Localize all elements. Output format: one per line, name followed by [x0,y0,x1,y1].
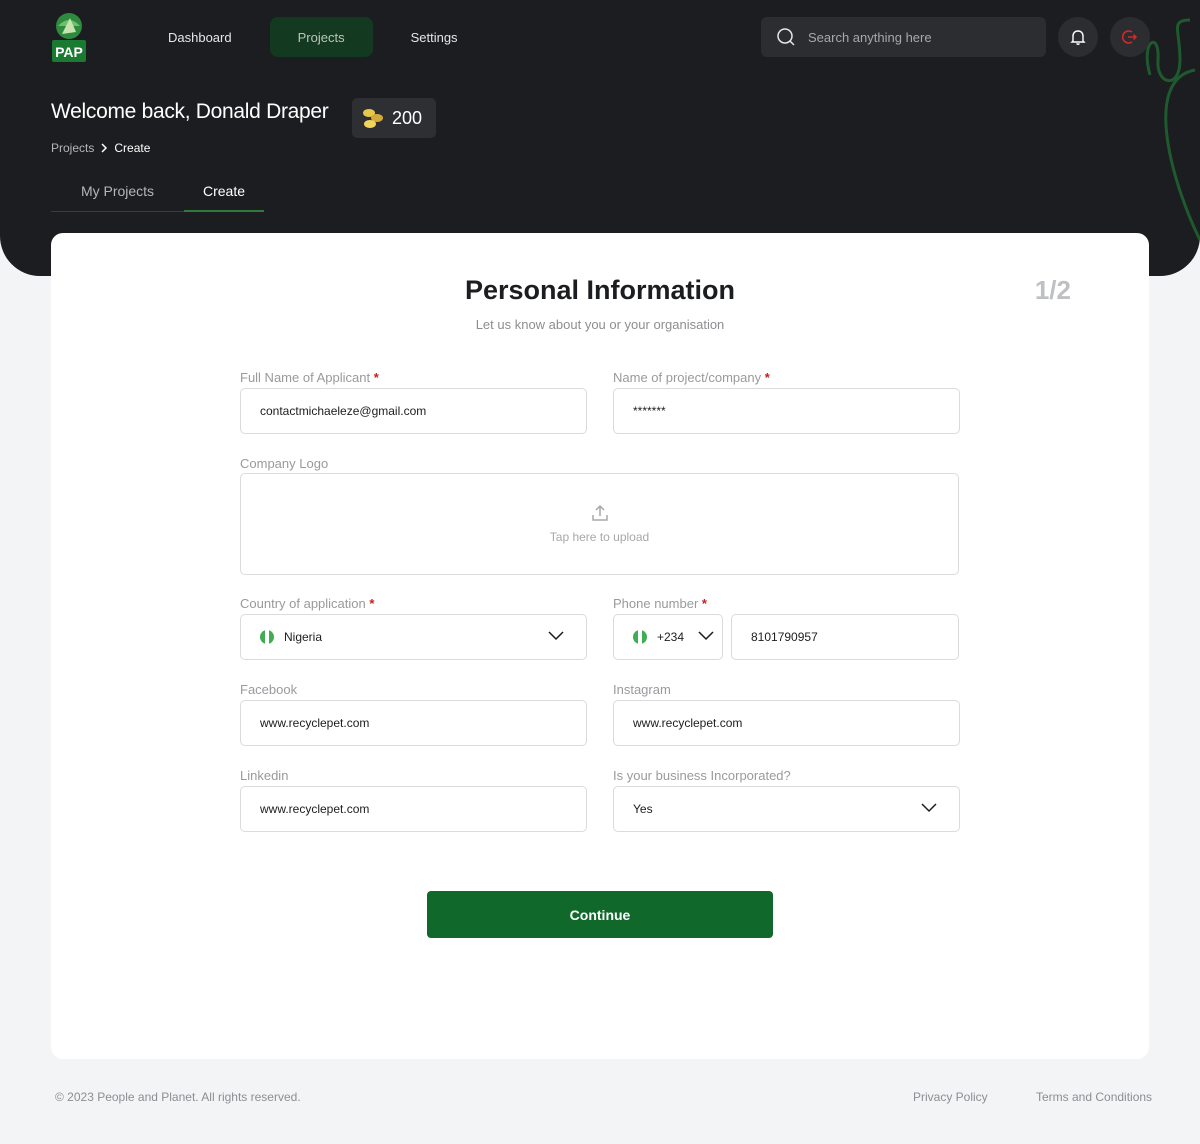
project-name-input[interactable] [633,404,959,418]
instagram-label: Instagram [613,682,671,697]
tab-my-projects[interactable]: My Projects [51,178,184,212]
chevron-down-icon [921,803,937,813]
search-bar[interactable] [761,17,1046,57]
phone-label-text: Phone number [613,596,699,611]
coins-icon [363,109,383,128]
required-mark: * [373,370,379,385]
breadcrumb-create: Create [114,141,151,155]
company-logo-label: Company Logo [240,456,329,471]
upload-text: Tap here to upload [549,530,650,544]
logout-icon [1122,30,1138,44]
country-value: Nigeria [284,630,323,644]
privacy-policy-link[interactable]: Privacy Policy [913,1090,988,1104]
full-name-field[interactable] [240,388,587,434]
linkedin-label: Linkedin [240,768,289,783]
incorporated-value: Yes [633,802,653,816]
bell-icon [1070,30,1086,45]
nav-settings[interactable]: Settings [391,17,478,57]
step-indicator: 1/2 [1034,275,1071,305]
pap-logo[interactable]: PAP [50,10,88,64]
coin-balance-badge: 200 [352,98,436,138]
logo-icon: PAP [52,13,86,62]
welcome-heading: Welcome back, Donald Draper [51,100,329,123]
nigeria-flag-icon [260,630,274,644]
logo-upload-area[interactable]: Tap here to upload [240,473,959,575]
facebook-field[interactable] [240,700,587,746]
coin-count: 200 [392,107,423,128]
search-icon [777,28,795,46]
nav-dashboard[interactable]: Dashboard [148,17,252,57]
facebook-input[interactable] [260,716,586,730]
phone-label: Phone number * [613,596,707,611]
linkedin-input[interactable] [260,802,586,816]
project-name-label-text: Name of project/company [613,370,762,385]
country-label: Country of application * [240,596,374,611]
country-select[interactable]: Nigeria [240,614,587,660]
full-name-label-text: Full Name of Applicant [240,370,371,385]
instagram-input[interactable] [633,716,959,730]
full-name-input[interactable] [260,404,586,418]
project-name-field[interactable] [613,388,960,434]
search-input[interactable] [808,29,1028,45]
incorporated-select[interactable]: Yes [613,786,960,832]
required-mark: * [369,596,375,611]
upload-icon [591,504,608,521]
nav-projects[interactable]: Projects [269,17,373,57]
main-nav: Dashboard Projects Settings [148,17,496,57]
phone-code-select[interactable]: +234 [613,614,723,660]
form-title: Personal Information [464,275,736,305]
logout-button[interactable] [1110,17,1150,57]
project-name-label: Name of project/company * [613,370,770,385]
phone-number-input[interactable] [751,630,958,644]
phone-code-value: +234 [657,630,685,644]
tab-create[interactable]: Create [184,178,264,212]
notifications-button[interactable] [1058,17,1098,57]
project-tabs: My Projects Create [51,178,264,212]
linkedin-field[interactable] [240,786,587,832]
full-name-label: Full Name of Applicant * [240,370,379,385]
chevron-down-icon [548,631,564,641]
country-label-text: Country of application [240,596,366,611]
copyright-text: © 2023 People and Planet. All rights res… [55,1090,301,1104]
breadcrumb: Projects Create [51,141,150,155]
instagram-field[interactable] [613,700,960,746]
nigeria-flag-icon [633,630,647,644]
phone-number-field[interactable] [731,614,959,660]
required-mark: * [701,596,707,611]
terms-link[interactable]: Terms and Conditions [1036,1090,1152,1104]
continue-button[interactable]: Continue [427,891,773,938]
chevron-right-icon [101,143,108,153]
incorporated-label: Is your business Incorporated? [613,768,791,783]
breadcrumb-projects[interactable]: Projects [51,141,94,155]
chevron-down-icon [698,631,714,641]
facebook-label: Facebook [240,682,298,697]
logo-text: PAP [55,44,83,60]
form-card: Personal Information Let us know about y… [51,233,1149,1059]
required-mark: * [764,370,770,385]
form-subtitle: Let us know about you or your organisati… [475,317,725,332]
